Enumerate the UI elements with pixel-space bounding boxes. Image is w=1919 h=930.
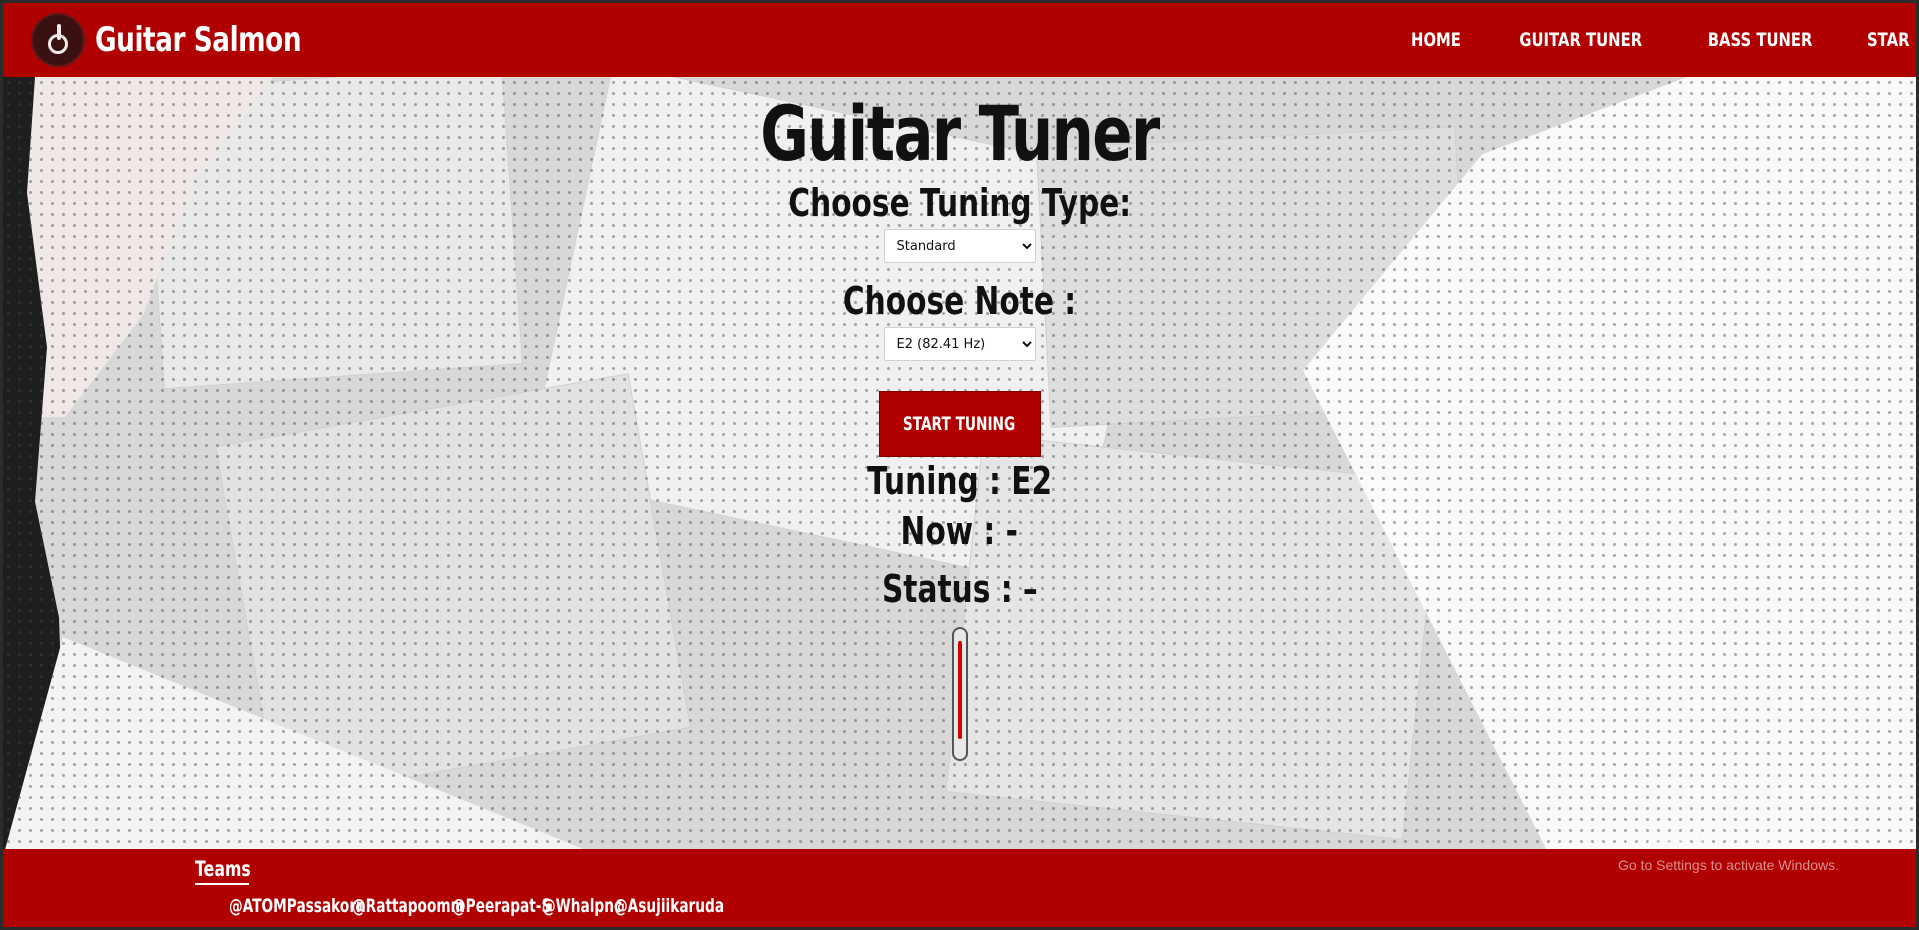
activate-windows-watermark: Activate Windows Go to Settings to activ… [1618,832,1839,873]
status-readout: Status : – [881,567,1038,611]
member-link[interactable]: @Peerapat-S [452,895,551,917]
tuning-meter-fill [957,641,962,739]
tuning-type-label: Choose Tuning Type: [788,181,1131,225]
note-label: Choose Note : [842,279,1077,323]
activate-subtitle: Go to Settings to activate Windows. [1618,857,1839,873]
member-link[interactable]: @Asujiikaruda [614,895,724,917]
nav-bass-tuner[interactable]: BASS TUNER [1708,29,1813,51]
brand-name: Guitar Salmon [95,20,302,60]
member-link[interactable]: @Rattapoomm [352,895,465,917]
app-frame: Guitar Salmon HOME GUITAR TUNER BASS TUN… [3,3,1916,927]
start-tuning-label: START TUNING [903,413,1016,435]
brand[interactable]: Guitar Salmon [31,13,335,67]
now-readout: Now : - [900,509,1019,553]
nav-star[interactable]: STAR [1867,29,1910,51]
navbar: Guitar Salmon HOME GUITAR TUNER BASS TUN… [3,3,1916,77]
team-members: @ATOMPassakorn @Rattapoomm @Peerapat-S @… [229,895,724,917]
logo-body [48,34,68,54]
tuning-type-select[interactable]: Standard [883,229,1036,263]
tuner-panel: Guitar Tuner Choose Tuning Type: Standar… [3,77,1916,849]
tuning-readout: Tuning : E2 [866,459,1053,503]
member-link[interactable]: @Whalpnc [542,895,622,917]
member-link[interactable]: @ATOMPassakorn [229,895,366,917]
nav-guitar-tuner[interactable]: GUITAR TUNER [1519,29,1642,51]
activate-title: Activate Windows [1618,832,1776,854]
page-title: Guitar Tuner [760,89,1160,178]
guitar-logo-icon [31,13,85,67]
teams-label: Teams [195,857,251,885]
nav-home[interactable]: HOME [1411,29,1461,51]
start-tuning-button[interactable]: START TUNING [878,391,1041,457]
tuning-meter [951,627,968,761]
main-section: Guitar Tuner Choose Tuning Type: Standar… [3,77,1916,849]
nav-links: HOME GUITAR TUNER BASS TUNER STAR [1370,3,1916,77]
note-select[interactable]: E2 (82.41 Hz) [883,327,1036,361]
